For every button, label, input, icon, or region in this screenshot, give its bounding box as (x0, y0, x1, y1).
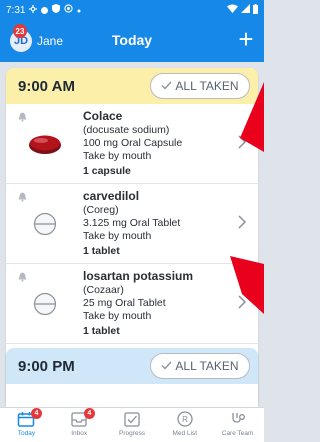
checkbox-icon (124, 412, 140, 427)
battery-icon (253, 3, 258, 17)
bell-icon (18, 272, 27, 282)
nav-progress[interactable]: Progress (106, 408, 159, 442)
dot-icon (77, 5, 81, 16)
medication-name: carvedilol (83, 189, 140, 203)
pill-icon: R (177, 411, 193, 427)
dose-card-pm: 9:00 PM ALL TAKEN (6, 348, 258, 407)
annotation-arrow-icon (230, 256, 264, 314)
app-header: JD 23 Jane Today + (0, 20, 264, 62)
today-badge: 4 (31, 408, 42, 419)
medication-info: carvedilol (Coreg) 3.125 mg Oral Tablet … (83, 190, 180, 258)
medication-strength: 100 mg Oral Capsule (83, 137, 183, 149)
dose-time: 9:00 AM (18, 78, 75, 95)
medication-quantity: 1 tablet (83, 245, 120, 257)
medication-info: Colace (docusate sodium) 100 mg Oral Cap… (83, 110, 182, 178)
signal-icon (241, 4, 250, 16)
medication-quantity: 1 capsule (83, 165, 131, 177)
nav-label: Care Team (221, 430, 254, 437)
white-tablet-icon (33, 212, 57, 236)
medication-generic: (docusate sodium) (83, 124, 170, 136)
bottom-navigation: 4 Today 4 Inbox Progress R Med List Care… (0, 407, 264, 442)
medication-generic: (Coreg) (83, 204, 119, 216)
all-taken-button[interactable]: ALL TAKEN (150, 353, 250, 379)
record-icon (41, 6, 49, 14)
all-taken-label: ALL TAKEN (175, 359, 239, 373)
check-icon (161, 79, 172, 93)
check-icon (161, 359, 172, 373)
white-tablet-icon (33, 292, 57, 316)
medication-strength: 3.125 mg Oral Tablet (83, 217, 181, 229)
medication-row[interactable]: Colace (docusate sodium) 100 mg Oral Cap… (6, 104, 258, 184)
nav-label: Today (17, 430, 36, 437)
bell-icon (18, 112, 27, 122)
nav-med-list[interactable]: R Med List (158, 408, 211, 442)
all-taken-label: ALL TAKEN (175, 79, 239, 93)
red-capsule-icon (29, 135, 61, 154)
medication-name: losartan potassium (83, 269, 194, 283)
stethoscope-icon (231, 413, 245, 423)
page-title: Today (111, 32, 153, 48)
annotation-arrow-icon (240, 82, 264, 152)
system-indicators (227, 3, 258, 17)
wifi-icon (227, 4, 238, 16)
at-sign-icon (64, 4, 74, 16)
shield-icon (52, 4, 61, 16)
medication-info: losartan potassium (Cozaar) 25 mg Oral T… (83, 270, 193, 338)
nav-today[interactable]: 4 Today (0, 408, 53, 442)
bell-icon (18, 192, 27, 202)
app-screen: 7:31 JD 23 Jane Today + 9:00 AM ALL TAKE… (0, 0, 264, 442)
medication-route: Take by mouth (83, 310, 152, 322)
dose-header: 9:00 AM ALL TAKEN (6, 68, 258, 104)
inbox-badge: 4 (83, 408, 95, 419)
nav-inbox[interactable]: 4 Inbox (53, 408, 106, 442)
dose-header: 9:00 PM ALL TAKEN (6, 348, 258, 384)
nav-label: Inbox (71, 430, 88, 437)
status-icons (29, 4, 81, 16)
medication-generic: (Cozaar) (83, 284, 124, 296)
medication-route: Take by mouth (83, 230, 152, 242)
medication-quantity: 1 tablet (83, 325, 120, 337)
add-button[interactable]: + (234, 26, 258, 54)
settings-icon (29, 4, 38, 16)
nav-label: Progress (118, 430, 145, 437)
dose-schedule-list[interactable]: 9:00 AM ALL TAKEN Colace (docusate sodiu… (0, 62, 264, 407)
svg-text:R: R (182, 415, 188, 424)
nav-care-team[interactable]: Care Team (211, 408, 264, 442)
medication-row[interactable]: carvedilol (Coreg) 3.125 mg Oral Tablet … (6, 184, 258, 264)
status-bar: 7:31 (0, 0, 264, 20)
status-time: 7:31 (6, 4, 26, 16)
medication-name: Colace (83, 109, 123, 123)
dose-time: 9:00 PM (18, 358, 75, 375)
medication-row[interactable]: losartan potassium (Cozaar) 25 mg Oral T… (6, 264, 258, 344)
chevron-right-icon[interactable] (236, 214, 248, 230)
nav-label: Med List (172, 430, 198, 437)
medication-strength: 25 mg Oral Tablet (83, 297, 166, 309)
all-taken-button[interactable]: ALL TAKEN (150, 73, 250, 99)
medication-route: Take by mouth (83, 150, 152, 162)
